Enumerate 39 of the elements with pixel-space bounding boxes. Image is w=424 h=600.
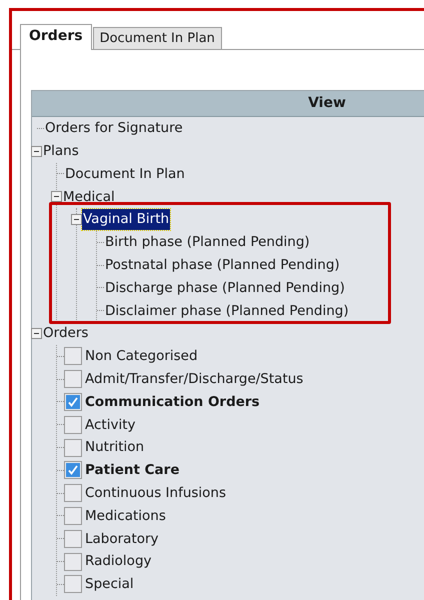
checkbox[interactable] — [64, 461, 82, 480]
tree-item[interactable]: Disclaimer phase (Planned Pending) — [104, 300, 350, 321]
tree-item[interactable]: Document In Plan — [64, 164, 186, 184]
checkbox[interactable] — [64, 552, 82, 571]
tree-item[interactable]: Postnatal phase (Planned Pending) — [104, 255, 341, 276]
tree-item[interactable]: Radiology — [84, 551, 153, 572]
tree-item[interactable]: Discharge phase (Planned Pending) — [104, 278, 346, 298]
tree-item[interactable]: Medications — [84, 506, 167, 526]
tree-item[interactable]: Laboratory — [84, 528, 160, 549]
tab[interactable]: Orders — [20, 24, 92, 50]
checkbox[interactable] — [64, 575, 82, 594]
tree-item[interactable]: Vaginal Birth — [82, 209, 170, 230]
tree-item[interactable]: Medical — [62, 186, 116, 207]
tree-item[interactable]: Nutrition — [84, 437, 146, 458]
collapse-icon[interactable] — [31, 328, 42, 340]
tree-item[interactable]: Activity — [84, 414, 136, 435]
checkbox[interactable] — [64, 506, 82, 525]
tree-item[interactable]: Patient Care — [84, 460, 180, 480]
collapse-icon[interactable] — [31, 146, 42, 157]
tree-item[interactable]: Non Categorised — [84, 346, 199, 366]
checkbox[interactable] — [64, 370, 82, 388]
checkbox[interactable] — [64, 416, 82, 434]
tree-item[interactable]: Communication Orders — [84, 392, 261, 412]
checkbox[interactable] — [64, 438, 82, 457]
tree-item[interactable]: Orders — [42, 323, 90, 344]
checkbox[interactable] — [64, 347, 82, 366]
checkbox[interactable] — [64, 530, 82, 548]
tree-item[interactable]: Continuous Infusions — [84, 483, 228, 504]
checkbox[interactable] — [64, 484, 82, 502]
tab[interactable]: Document In Plan — [92, 27, 222, 49]
tree-item[interactable]: Birth phase (Planned Pending) — [104, 232, 311, 252]
checkbox[interactable] — [64, 392, 82, 411]
column-header: View — [32, 91, 424, 117]
tree-item[interactable]: Orders for Signature — [44, 118, 184, 139]
tree-item[interactable]: Special — [84, 574, 135, 594]
collapse-icon[interactable] — [71, 214, 82, 226]
tree-item[interactable]: Admit/Transfer/Discharge/Status — [84, 369, 304, 390]
tree-item[interactable]: Plans — [42, 141, 80, 162]
collapse-icon[interactable] — [51, 191, 62, 202]
